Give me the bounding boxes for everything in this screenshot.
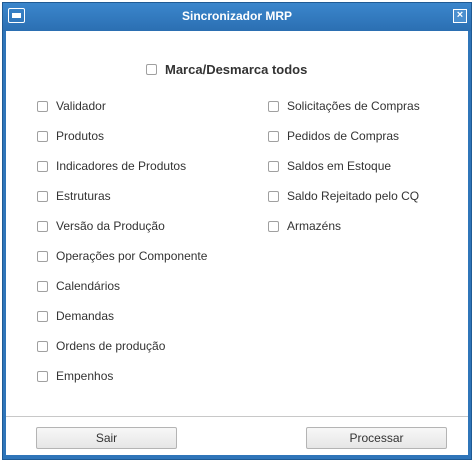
dialog-content: Marca/Desmarca todos Validador Produtos …: [6, 31, 468, 455]
option-ordens-de-producao[interactable]: Ordens de produção: [37, 331, 207, 361]
title-bar[interactable]: Sincronizador MRP ×: [3, 3, 471, 31]
checkbox[interactable]: [37, 190, 48, 202]
option-produtos[interactable]: Produtos: [37, 121, 207, 151]
option-label: Produtos: [56, 129, 105, 143]
option-label: Demandas: [56, 309, 115, 323]
option-pedidos-de-compras[interactable]: Pedidos de Compras: [268, 121, 420, 151]
checkbox[interactable]: [37, 370, 48, 382]
checkbox[interactable]: [37, 100, 48, 112]
checkbox[interactable]: [37, 130, 48, 142]
options-column-right: Solicitações de Compras Pedidos de Compr…: [268, 91, 420, 241]
cancel-button[interactable]: Sair: [36, 427, 177, 449]
checkbox[interactable]: [37, 310, 48, 322]
option-label: Saldos em Estoque: [287, 159, 392, 173]
option-operacoes-por-componente[interactable]: Operações por Componente: [37, 241, 207, 271]
option-indicadores-de-produtos[interactable]: Indicadores de Produtos: [37, 151, 207, 181]
checkbox[interactable]: [268, 160, 279, 172]
option-estruturas[interactable]: Estruturas: [37, 181, 207, 211]
option-label: Ordens de produção: [56, 339, 166, 353]
option-validador[interactable]: Validador: [37, 91, 207, 121]
checkbox[interactable]: [37, 340, 48, 352]
toggle-all-checkbox-box[interactable]: [146, 63, 157, 75]
process-button[interactable]: Processar: [306, 427, 447, 449]
option-label: Validador: [56, 99, 106, 113]
option-label: Indicadores de Produtos: [56, 159, 187, 173]
option-versao-da-producao[interactable]: Versão da Produção: [37, 211, 207, 241]
sync-dialog: Sincronizador MRP × Marca/Desmarca todos…: [2, 2, 472, 460]
option-label: Solicitações de Compras: [287, 99, 420, 113]
option-label: Estruturas: [56, 189, 111, 203]
footer-divider: [6, 416, 468, 417]
option-label: Empenhos: [56, 369, 114, 383]
window-title: Sincronizador MRP: [181, 9, 292, 23]
option-armazens[interactable]: Armazéns: [268, 211, 420, 241]
option-label: Pedidos de Compras: [287, 129, 400, 143]
checkbox[interactable]: [37, 280, 48, 292]
checkbox[interactable]: [268, 220, 279, 232]
option-solicitacoes-de-compras[interactable]: Solicitações de Compras: [268, 91, 420, 121]
option-demandas[interactable]: Demandas: [37, 301, 207, 331]
checkbox[interactable]: [37, 250, 48, 262]
options-column-left: Validador Produtos Indicadores de Produt…: [37, 91, 207, 391]
option-label: Calendários: [56, 279, 121, 293]
option-label: Versão da Produção: [56, 219, 165, 233]
option-saldos-em-estoque[interactable]: Saldos em Estoque: [268, 151, 420, 181]
option-label: Armazéns: [287, 219, 342, 233]
checkbox[interactable]: [37, 220, 48, 232]
option-label: Saldo Rejeitado pelo CQ: [287, 189, 420, 203]
close-icon[interactable]: ×: [453, 9, 467, 23]
checkbox[interactable]: [268, 130, 279, 142]
checkbox[interactable]: [268, 100, 279, 112]
checkbox[interactable]: [37, 160, 48, 172]
toggle-all-checkbox[interactable]: Marca/Desmarca todos: [146, 61, 307, 77]
option-empenhos[interactable]: Empenhos: [37, 361, 207, 391]
checkbox[interactable]: [268, 190, 279, 202]
toggle-all-label: Marca/Desmarca todos: [165, 61, 308, 77]
option-calendarios[interactable]: Calendários: [37, 271, 207, 301]
option-saldo-rejeitado-pelo-cq[interactable]: Saldo Rejeitado pelo CQ: [268, 181, 420, 211]
option-label: Operações por Componente: [56, 249, 208, 263]
